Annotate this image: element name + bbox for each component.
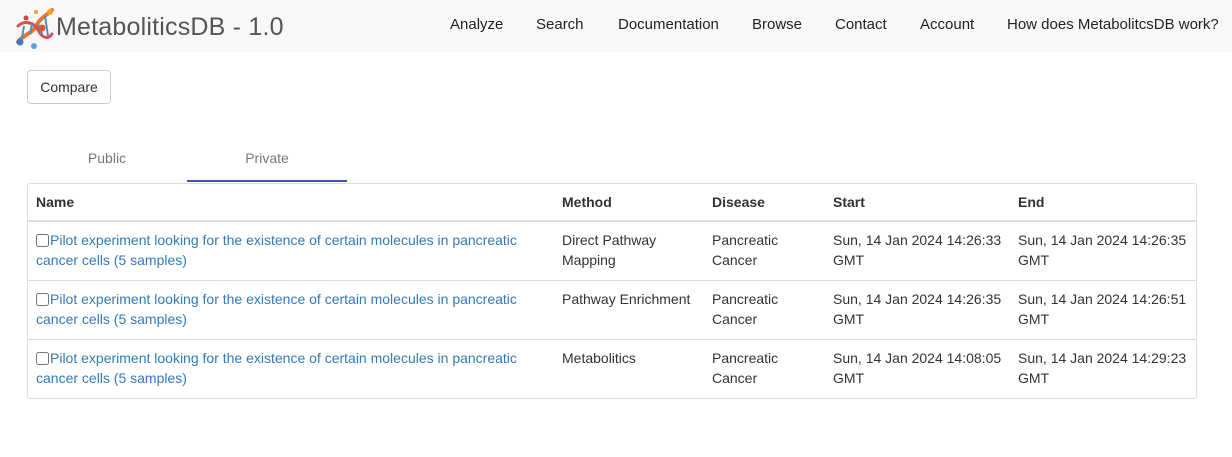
column-header-start: Start xyxy=(825,184,1010,222)
row-select-checkbox[interactable] xyxy=(36,351,49,365)
column-header-name: Name xyxy=(28,184,554,222)
nav-search[interactable]: Search xyxy=(536,16,584,33)
name-cell: Pilot experiment looking for the existen… xyxy=(28,279,554,339)
table-row: Pilot experiment looking for the existen… xyxy=(28,221,1196,280)
name-cell: Pilot experiment looking for the existen… xyxy=(28,338,554,398)
method-cell: Metabolitics xyxy=(554,338,704,398)
tab-public[interactable]: Public xyxy=(27,140,187,182)
name-cell: Pilot experiment looking for the existen… xyxy=(28,221,554,280)
analysis-name-link[interactable]: Pilot experiment looking for the existen… xyxy=(36,291,517,327)
column-header-disease: Disease xyxy=(704,184,825,222)
analysis-name-link[interactable]: Pilot experiment looking for the existen… xyxy=(36,232,517,268)
table-header-row: Name Method Disease Start End xyxy=(28,184,1196,222)
end-cell: Sun, 14 Jan 2024 14:26:51 GMT xyxy=(1010,279,1196,339)
nav-contact[interactable]: Contact xyxy=(835,16,887,33)
row-select-checkbox[interactable] xyxy=(36,292,49,306)
disease-cell: Pancreatic Cancer xyxy=(704,279,825,339)
nav-analyze[interactable]: Analyze xyxy=(450,16,503,33)
nav-account[interactable]: Account xyxy=(920,16,974,33)
nav-documentation[interactable]: Documentation xyxy=(618,16,719,33)
start-cell: Sun, 14 Jan 2024 14:08:05 GMT xyxy=(825,338,1010,398)
navbar: MetaboliticsDB - 1.0 Analyze Search Docu… xyxy=(0,0,1232,52)
start-cell: Sun, 14 Jan 2024 14:26:35 GMT xyxy=(825,279,1010,339)
nav-browse[interactable]: Browse xyxy=(752,16,802,33)
end-cell: Sun, 14 Jan 2024 14:26:35 GMT xyxy=(1018,232,1187,268)
disease-cell: Pancreatic Cancer xyxy=(704,338,825,398)
compare-button[interactable]: Compare xyxy=(27,70,111,104)
main-nav: Analyze Search Documentation Browse Cont… xyxy=(0,0,1232,52)
tab-private[interactable]: Private xyxy=(187,140,347,182)
nav-how-it-works[interactable]: How does MetabolitcsDB work? xyxy=(1007,16,1219,33)
column-header-end: End xyxy=(1010,184,1196,222)
analysis-table: Name Method Disease Start End Pilot expe… xyxy=(27,183,1197,399)
start-cell: Sun, 14 Jan 2024 14:26:33 GMT xyxy=(833,232,1002,268)
analysis-tabs: Public Private xyxy=(27,140,1197,182)
table-row: Pilot experiment looking for the existen… xyxy=(28,279,1196,339)
column-header-method: Method xyxy=(554,184,704,222)
table-row: Pilot experiment looking for the existen… xyxy=(28,338,1196,398)
method-cell: Pathway Enrichment xyxy=(554,279,704,339)
end-cell: Sun, 14 Jan 2024 14:29:23 GMT xyxy=(1010,338,1196,398)
disease-cell: Pancreatic Cancer xyxy=(712,232,779,268)
analysis-name-link[interactable]: Pilot experiment looking for the existen… xyxy=(36,350,517,386)
method-cell: Direct Pathway Mapping xyxy=(562,232,657,268)
row-select-checkbox[interactable] xyxy=(36,234,49,247)
